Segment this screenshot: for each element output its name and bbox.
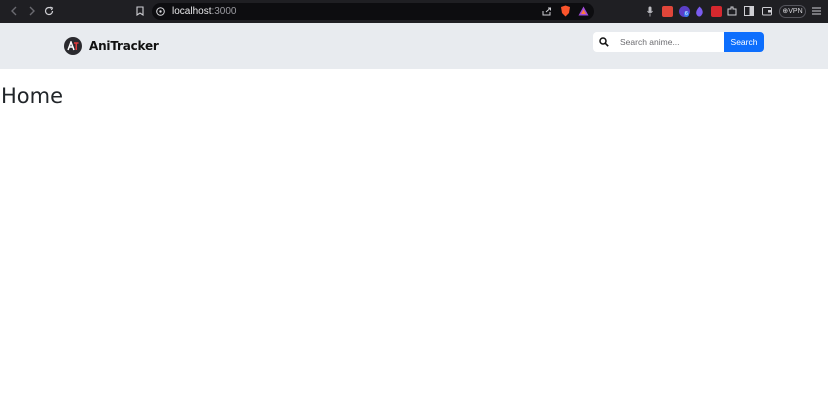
share-icon[interactable] [542, 7, 552, 16]
search-form: Search [593, 32, 764, 52]
bookmark-button[interactable] [133, 4, 147, 18]
address-bar[interactable]: localhost:3000 [152, 3, 594, 20]
menu-icon[interactable] [812, 7, 821, 15]
extension-badge: 6 [684, 11, 689, 17]
mic-icon[interactable] [647, 6, 653, 17]
reload-icon [44, 6, 54, 16]
anitracker-logo-icon [64, 37, 82, 55]
extensions-puzzle-icon[interactable] [727, 6, 737, 16]
vpn-button[interactable]: ⊕VPN [779, 5, 806, 18]
forward-button[interactable] [25, 4, 39, 18]
brave-rewards-icon[interactable] [578, 6, 589, 16]
chevron-left-icon [11, 6, 17, 16]
extension-pdf-icon[interactable] [711, 6, 722, 17]
extension-red-icon[interactable] [662, 6, 673, 17]
brave-shields-icon[interactable] [560, 5, 571, 17]
site-info-icon [156, 7, 165, 16]
reload-button[interactable] [42, 4, 56, 18]
search-icon [599, 37, 609, 47]
search-icon-box [593, 32, 615, 52]
extension-flame-icon[interactable] [695, 6, 704, 17]
browser-toolbar: localhost:3000 6 ⊕VPN [0, 0, 828, 23]
chevron-right-icon [29, 6, 35, 16]
wallet-icon[interactable] [762, 6, 772, 16]
back-button[interactable] [7, 4, 21, 18]
address-url: localhost:3000 [172, 6, 237, 17]
extension-purple-icon[interactable]: 6 [679, 6, 690, 17]
app-navbar: AniTracker Search [0, 23, 828, 69]
brand-name: AniTracker [89, 39, 159, 53]
bookmark-icon [136, 6, 144, 16]
brand-link[interactable]: AniTracker [64, 37, 159, 55]
search-input[interactable] [615, 32, 724, 52]
search-button[interactable]: Search [724, 32, 764, 52]
sidebar-icon[interactable] [744, 6, 754, 16]
page-title: Home [1, 84, 64, 108]
